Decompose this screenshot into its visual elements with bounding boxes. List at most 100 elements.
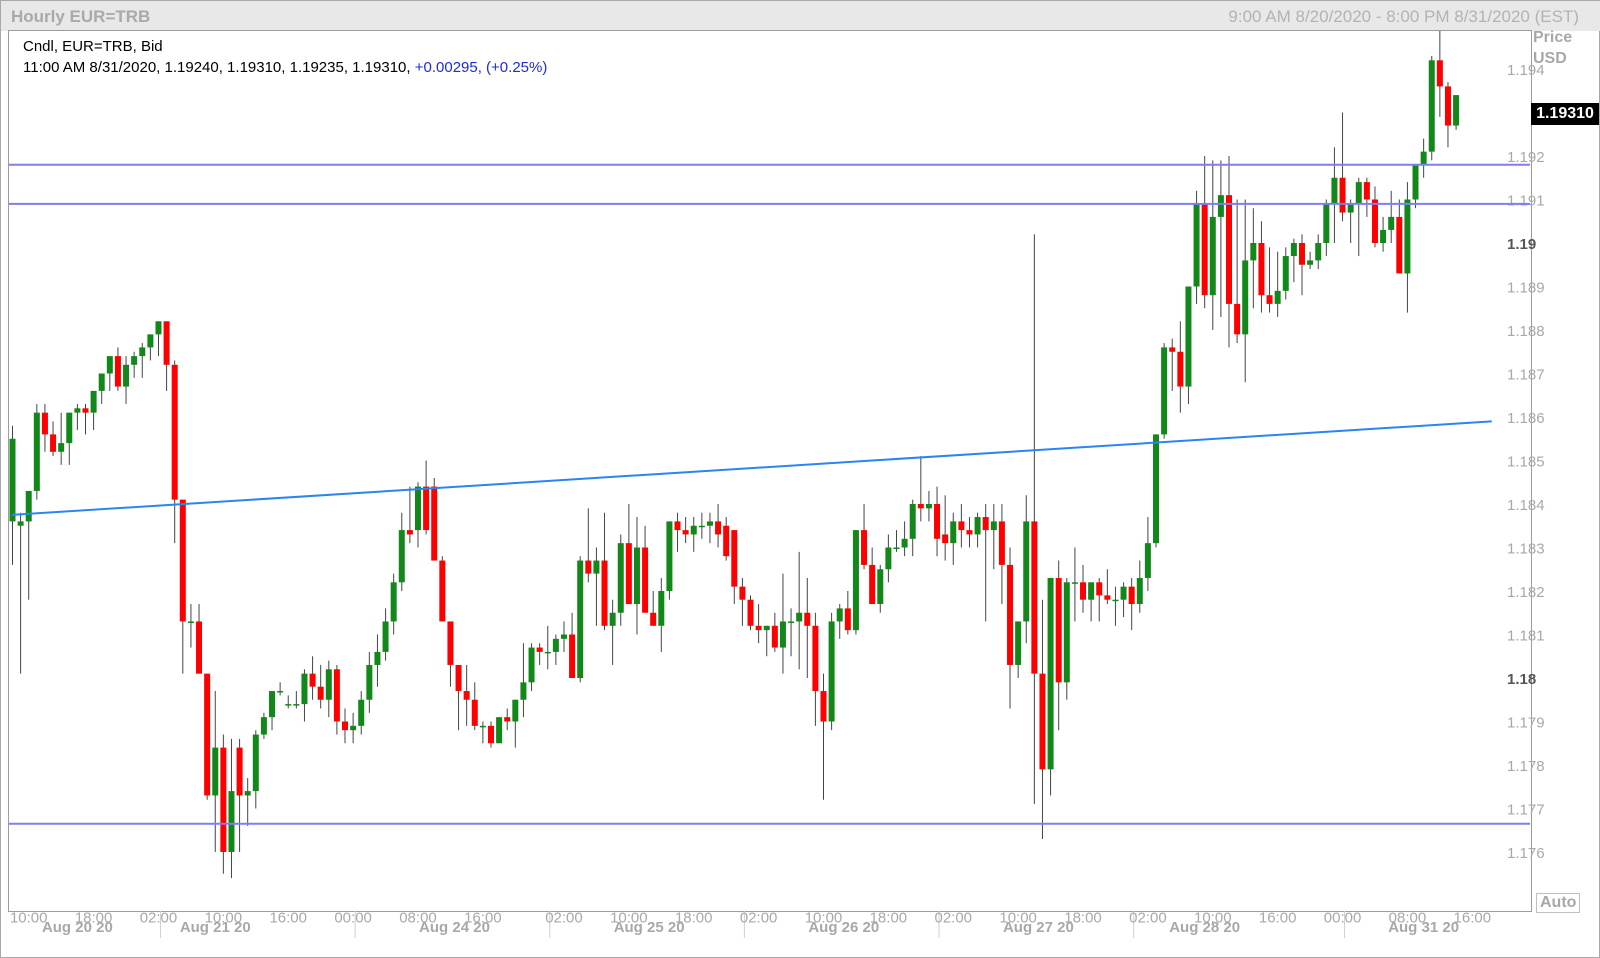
candle-down[interactable] — [1031, 521, 1038, 674]
candle-up[interactable] — [398, 530, 405, 583]
candle-up[interactable] — [633, 547, 640, 605]
candle-up[interactable] — [366, 664, 373, 700]
candle-up[interactable] — [974, 517, 981, 535]
candle-up[interactable] — [1023, 521, 1030, 622]
candle-up[interactable] — [98, 373, 105, 391]
candle-up[interactable] — [1290, 243, 1297, 257]
candle-up[interactable] — [706, 521, 713, 526]
candle-up[interactable] — [147, 334, 154, 348]
candle-up[interactable] — [358, 699, 365, 726]
candle-up[interactable] — [609, 612, 616, 626]
candle-up[interactable] — [260, 717, 267, 735]
candle-up[interactable] — [1428, 60, 1435, 152]
candle-down[interactable] — [869, 564, 876, 605]
candle-up[interactable] — [690, 525, 697, 535]
candle-down[interactable] — [998, 521, 1005, 565]
candle-up[interactable] — [17, 521, 24, 526]
candle-up[interactable] — [1250, 243, 1257, 261]
candle-up[interactable] — [123, 364, 130, 387]
candle-up[interactable] — [155, 321, 162, 335]
candle-up[interactable] — [1015, 621, 1022, 665]
candle-up[interactable] — [269, 691, 276, 718]
candle-down[interactable] — [958, 521, 965, 531]
candle-up[interactable] — [512, 699, 519, 722]
candle-up[interactable] — [1193, 203, 1200, 287]
candle-down[interactable] — [625, 543, 632, 605]
candle-down[interactable] — [747, 599, 754, 626]
candle-up[interactable] — [836, 608, 843, 622]
candle-down[interactable] — [471, 699, 478, 726]
candle-up[interactable] — [66, 412, 73, 444]
candle-down[interactable] — [423, 486, 430, 531]
candle-down[interactable] — [812, 625, 819, 692]
candle-up[interactable] — [374, 651, 381, 665]
candle-down[interactable] — [196, 621, 203, 674]
candle-down[interactable] — [342, 721, 349, 731]
candle-down[interactable] — [917, 504, 924, 509]
candle-up[interactable] — [1380, 229, 1387, 243]
candle-up[interactable] — [1331, 177, 1338, 204]
candle-up[interactable] — [698, 525, 705, 528]
candle-up[interactable] — [1388, 216, 1395, 230]
candle-down[interactable] — [114, 356, 121, 387]
candle-up[interactable] — [852, 530, 859, 631]
candle-down[interactable] — [1201, 203, 1208, 296]
candle-up[interactable] — [1112, 599, 1119, 602]
candle-down[interactable] — [1363, 182, 1370, 200]
candle-down[interactable] — [569, 634, 576, 679]
candle-up[interactable] — [1307, 260, 1314, 265]
candle-up[interactable] — [58, 443, 65, 452]
candle-up[interactable] — [301, 673, 308, 705]
candle-up[interactable] — [496, 717, 503, 744]
candle-up[interactable] — [1136, 577, 1143, 605]
candle-up[interactable] — [1153, 434, 1160, 544]
candle-up[interactable] — [520, 682, 527, 700]
candle-down[interactable] — [642, 547, 649, 613]
candle-down[interactable] — [1298, 243, 1305, 265]
candle-up[interactable] — [893, 547, 900, 550]
candle-up[interactable] — [244, 791, 251, 796]
candle-up[interactable] — [1315, 243, 1322, 261]
candle-up[interactable] — [779, 621, 786, 648]
candle-down[interactable] — [463, 691, 470, 700]
candle-down[interactable] — [1436, 60, 1443, 87]
candle-up[interactable] — [658, 591, 665, 626]
candle-up[interactable] — [415, 486, 421, 531]
candle-up[interactable] — [1420, 151, 1427, 165]
candle-up[interactable] — [33, 412, 40, 491]
candle-down[interactable] — [942, 534, 949, 544]
candle-up[interactable] — [212, 747, 219, 796]
candle-up[interactable] — [560, 634, 567, 639]
candle-down[interactable] — [1080, 582, 1087, 600]
candle-up[interactable] — [552, 638, 559, 652]
candle-down[interactable] — [179, 499, 186, 622]
candle-up[interactable] — [1404, 199, 1411, 274]
candle-up[interactable] — [796, 612, 803, 622]
candle-down[interactable] — [204, 673, 211, 796]
candle-up[interactable] — [1217, 195, 1224, 217]
candle-up[interactable] — [1063, 582, 1070, 683]
candle-up[interactable] — [382, 621, 389, 652]
candle-down[interactable] — [739, 586, 746, 600]
candle-up[interactable] — [577, 560, 584, 678]
candle-up[interactable] — [617, 543, 624, 613]
candle-down[interactable] — [171, 364, 178, 500]
candle-up[interactable] — [877, 569, 884, 605]
candle-up[interactable] — [1209, 216, 1216, 296]
candle-up[interactable] — [901, 538, 908, 548]
candle-up[interactable] — [106, 356, 113, 374]
candle-up[interactable] — [131, 356, 138, 365]
candle-up[interactable] — [1282, 256, 1289, 291]
candle-down[interactable] — [536, 647, 543, 652]
candle-up[interactable] — [1453, 95, 1460, 126]
candle-down[interactable] — [439, 560, 446, 622]
candle-down[interactable] — [1104, 595, 1111, 600]
candle-up[interactable] — [9, 438, 16, 522]
candle-down[interactable] — [1039, 673, 1046, 770]
candle-up[interactable] — [25, 490, 32, 522]
candle-up[interactable] — [788, 621, 795, 623]
candle-up[interactable] — [885, 547, 892, 570]
candle-up[interactable] — [479, 725, 486, 728]
candle-down[interactable] — [1396, 216, 1403, 274]
candle-down[interactable] — [1234, 303, 1241, 335]
